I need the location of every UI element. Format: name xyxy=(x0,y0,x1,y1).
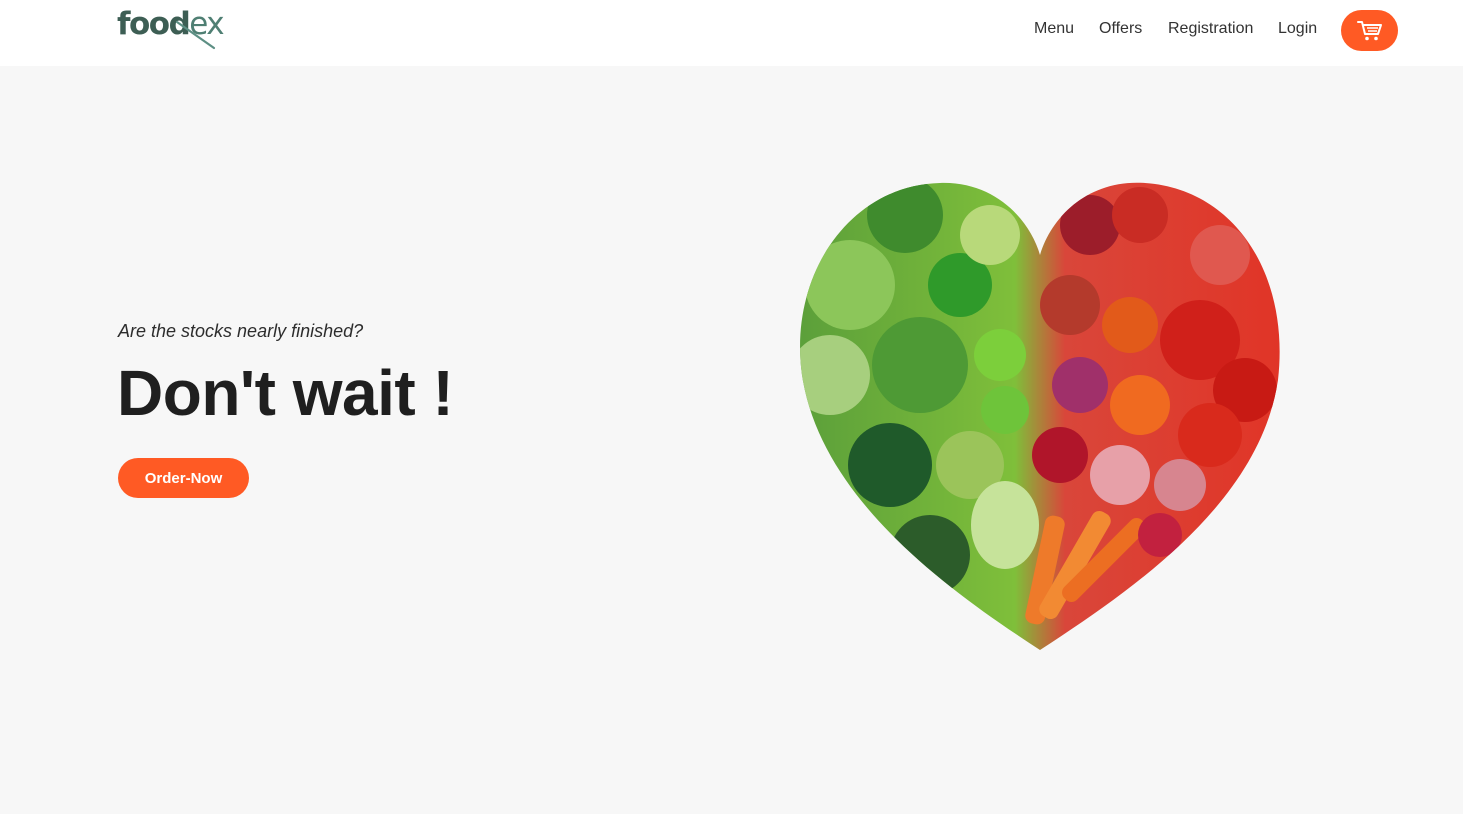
hero-title: Don't wait ! xyxy=(117,357,454,429)
shopping-cart-icon xyxy=(1356,20,1382,40)
nav-links: Menu Offers Registration Login xyxy=(0,20,1463,44)
cart-button[interactable] xyxy=(1341,10,1398,51)
vegetable-heart-image xyxy=(800,182,1280,650)
nav-item-offers[interactable]: Offers xyxy=(1099,20,1142,38)
nav-item-login[interactable]: Login xyxy=(1278,20,1317,38)
navbar: foodex Menu Offers Registration Login xyxy=(0,0,1463,66)
hero-subtitle: Are the stocks nearly finished? xyxy=(118,321,364,341)
nav-item-menu[interactable]: Menu xyxy=(1034,20,1074,38)
nav-item-registration[interactable]: Registration xyxy=(1168,20,1253,38)
order-now-button[interactable]: Order-Now xyxy=(118,458,249,498)
